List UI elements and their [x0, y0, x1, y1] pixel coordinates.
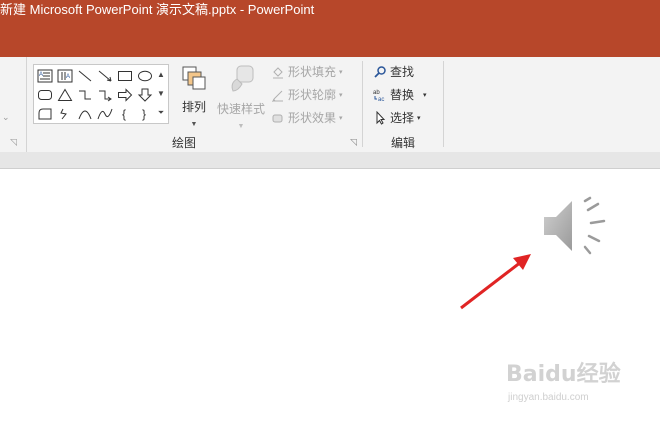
svg-text:}: }: [142, 107, 146, 121]
editing-group-label: 编辑: [391, 136, 416, 150]
dropdown-icon: ⌄: [2, 112, 10, 122]
shape-effects-button[interactable]: 形状效果 ▾: [271, 109, 343, 126]
quick-styles-button[interactable]: 快速样式 ▼: [215, 63, 267, 131]
replace-button[interactable]: ab ac 替换 ▾: [373, 86, 427, 103]
gallery-more-icon[interactable]: ⏷: [154, 103, 168, 122]
shape-fill-label: 形状填充: [288, 65, 337, 79]
rectangle-shape-icon[interactable]: [115, 66, 135, 85]
down-arrow-shape-icon[interactable]: [135, 85, 155, 104]
svg-text:ac: ac: [378, 97, 384, 102]
shape-outline-button[interactable]: 形状轮廓 ▾: [271, 86, 343, 103]
arrange-label: 排列: [181, 100, 206, 114]
oval-shape-icon[interactable]: [135, 66, 155, 85]
chevron-down-icon: ▼: [237, 123, 245, 130]
chevron-down-icon: ▼: [190, 121, 198, 128]
replace-label: 替换: [390, 88, 415, 102]
shape-fill-button[interactable]: 形状填充 ▾: [271, 63, 343, 80]
pencil-icon: [271, 90, 283, 102]
chevron-down-icon: ▾: [339, 114, 343, 122]
ribbon-left-group-edge: ⌄ ◹: [0, 57, 27, 152]
watermark-url: jingyan.baidu.com: [508, 392, 589, 403]
rounded-rectangle-shape-icon[interactable]: [35, 85, 55, 104]
svg-text:ab: ab: [373, 90, 380, 96]
find-label: 查找: [390, 65, 415, 79]
search-icon: [374, 65, 386, 78]
line-shape-icon[interactable]: [75, 66, 95, 85]
quick-styles-label: 快速样式: [216, 102, 265, 116]
elbow-connector-shape-icon[interactable]: [75, 85, 95, 104]
scroll-up-icon[interactable]: ▲: [154, 65, 168, 84]
group-separator: [443, 61, 444, 147]
triangle-shape-icon[interactable]: [55, 85, 75, 104]
arc-shape-icon[interactable]: [75, 104, 95, 123]
watermark-logo: Baidu经验: [506, 362, 621, 387]
cursor-icon: [376, 110, 386, 125]
chevron-down-icon: ▾: [339, 91, 343, 99]
textbox-shape-icon[interactable]: A: [35, 66, 55, 85]
paint-bucket-icon: [273, 66, 283, 78]
quick-styles-icon: [231, 65, 254, 92]
red-arrow-annotation: [460, 254, 531, 310]
drawing-group-label: 绘图: [172, 136, 197, 150]
dialog-launcher-icon[interactable]: ◹: [10, 137, 17, 148]
arrange-icon: [182, 66, 206, 90]
ribbon: ⌄ ◹ A A {} ▲ ▼ ⏷ 排列 ▼ 快速样式 ▼ 形状填充 ▾ 形状轮…: [0, 57, 660, 153]
shape-effects-label: 形状效果: [288, 111, 337, 125]
snip-corner-shape-icon[interactable]: [35, 104, 55, 123]
speaker-icon[interactable]: [540, 195, 612, 261]
curve-shape-icon[interactable]: [95, 104, 115, 123]
svg-text:{: {: [122, 107, 126, 121]
chevron-down-icon: ▾: [417, 114, 421, 122]
ribbon-bottom-strip: [0, 152, 660, 169]
svg-text:A: A: [66, 74, 70, 80]
window-title: 新建 Microsoft PowerPoint 演示文稿.pptx - Powe…: [0, 2, 315, 17]
find-button[interactable]: 查找: [373, 63, 414, 80]
scroll-down-icon[interactable]: ▼: [154, 84, 168, 103]
arrange-button[interactable]: 排列 ▼: [176, 63, 212, 129]
replace-icon: abac: [373, 90, 384, 102]
left-brace-shape-icon[interactable]: {: [115, 104, 135, 123]
freeform-shape-icon[interactable]: [55, 104, 75, 123]
select-button[interactable]: 选择 ▾: [373, 109, 421, 126]
elbow-arrow-shape-icon[interactable]: [95, 85, 115, 104]
svg-text:A: A: [39, 72, 43, 78]
title-bar: 新建 Microsoft PowerPoint 演示文稿.pptx - Powe…: [0, 0, 660, 57]
gallery-scrollbar[interactable]: ▲ ▼ ⏷: [154, 64, 169, 124]
chevron-down-icon: ▾: [423, 91, 427, 99]
arrow-line-shape-icon[interactable]: [95, 66, 115, 85]
shape-effects-icon: [272, 114, 283, 122]
right-arrow-shape-icon[interactable]: [115, 85, 135, 104]
shapes-gallery[interactable]: A A {}: [33, 64, 155, 124]
chevron-down-icon: ▾: [339, 68, 343, 76]
baidu-watermark: Baidu经验 jingyan.baidu.com: [506, 356, 621, 403]
dialog-launcher-icon[interactable]: ◹: [350, 137, 357, 148]
group-separator: [362, 61, 363, 147]
shape-outline-label: 形状轮廓: [288, 88, 337, 102]
right-brace-shape-icon[interactable]: }: [135, 104, 155, 123]
vertical-textbox-shape-icon[interactable]: A: [55, 66, 75, 85]
select-label: 选择: [390, 111, 415, 125]
